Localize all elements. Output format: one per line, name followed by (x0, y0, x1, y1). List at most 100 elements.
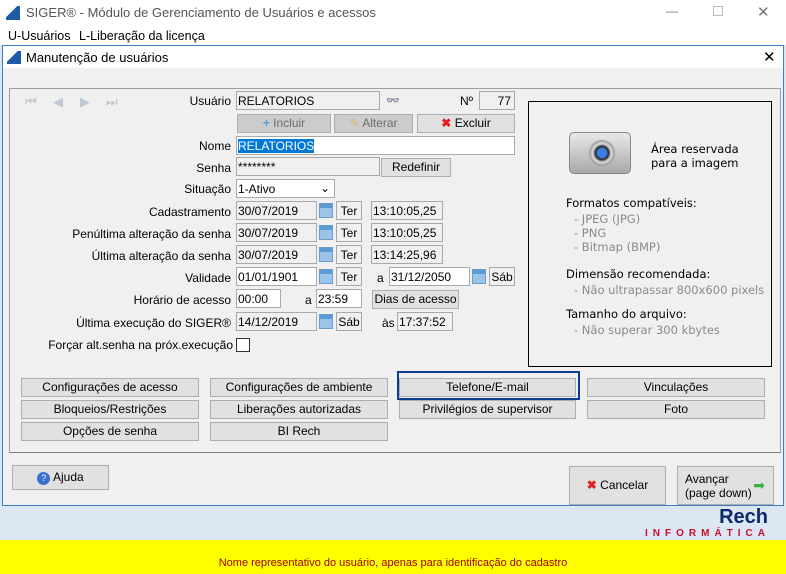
ultima-label: Última alteração da senha (91, 249, 231, 263)
validade-label: Validade (185, 271, 231, 285)
delete-x-icon: ✖ (441, 116, 455, 130)
ultima-execucao-label: Última execução do SIGER® (76, 316, 231, 330)
execucao-weekday: Sáb (336, 312, 362, 331)
nome-value: RELATORIOS (238, 139, 315, 153)
view-eye-icon[interactable]: 👓 (386, 94, 400, 107)
penultima-date-field: 30/07/2019 (236, 223, 317, 242)
dialog-close-button[interactable]: ✕ (763, 48, 776, 66)
plus-icon: + (262, 116, 274, 130)
execucao-time-field: 17:37:52 (397, 312, 453, 331)
nome-field[interactable]: RELATORIOS (236, 136, 515, 155)
formatos-heading: Formatos compatíveis: (566, 196, 697, 210)
foto-button[interactable]: Foto (587, 400, 765, 419)
formato-item: - JPEG (JPG) (574, 212, 641, 226)
validade-a-label: a (377, 271, 384, 285)
ajuda-button[interactable]: ? Ajuda (12, 465, 109, 490)
incluir-button[interactable]: + Incluir (237, 114, 331, 133)
dialog-title: Manutenção de usuários (26, 50, 169, 65)
rech-logo-subtext: INFORMÁTICA (645, 528, 770, 539)
horario-label: Horário de acesso (133, 293, 231, 307)
cancelar-label: Cancelar (600, 478, 649, 492)
minimize-button[interactable]: — (666, 4, 678, 18)
senha-label: Senha (196, 161, 231, 175)
app-title: SIGER® - Módulo de Gerenciamento de Usuá… (26, 5, 376, 20)
alterar-button[interactable]: ✎ Alterar (334, 114, 413, 133)
chevron-down-icon: ⌄ (319, 181, 330, 195)
avancar-button[interactable]: Avançar (page down) ➡ (677, 466, 774, 505)
excluir-button[interactable]: ✖ Excluir (417, 114, 515, 133)
calendar-icon[interactable] (319, 225, 333, 240)
cadastro-label: Cadastramento (148, 205, 231, 219)
rech-logo: Rech INFORMÁTICA (640, 507, 780, 540)
forcar-label: Forçar alt.senha na próx.execução (48, 338, 233, 352)
numero-label: Nº (460, 94, 474, 108)
tamanho-item: - Não superar 300 kbytes (574, 323, 720, 337)
dias-acesso-button[interactable]: Dias de acesso (372, 290, 459, 309)
execucao-date-field: 14/12/2019 (236, 312, 317, 331)
penultima-weekday: Ter (336, 223, 362, 242)
numero-field: 77 (479, 91, 515, 110)
penultima-time-field: 13:10:05,25 (371, 223, 443, 242)
dialog-icon (7, 51, 21, 64)
calendar-icon[interactable] (472, 269, 486, 284)
cancelar-button[interactable]: ✖ Cancelar (569, 466, 666, 505)
image-area[interactable]: Área reservada para a imagem Formatos co… (528, 101, 772, 367)
redefinir-button[interactable]: Redefinir (381, 158, 451, 177)
cadastro-date-field: 30/07/2019 (236, 201, 317, 220)
nome-label: Nome (198, 139, 231, 153)
horario-de-field[interactable]: 00:00 (236, 289, 281, 308)
edit-icon: ✎ (349, 116, 363, 130)
cancel-x-icon: ✖ (586, 478, 601, 492)
situacao-select[interactable]: 1-Ativo ⌄ (236, 179, 335, 198)
dialog-title-bar: Manutenção de usuários ✕ (3, 46, 783, 68)
cadastro-time-field: 13:10:05,25 (371, 201, 443, 220)
liberacoes-button[interactable]: Liberações autorizadas (210, 400, 388, 419)
tamanho-heading: Tamanho do arquivo: (566, 307, 687, 321)
calendar-icon[interactable] (319, 269, 333, 284)
penultima-label: Penúltima alteração da senha (72, 227, 231, 241)
validade-de-field[interactable]: 01/01/1901 (236, 267, 317, 286)
horario-ate-field[interactable]: 23:59 (316, 289, 362, 308)
telefone-email-button[interactable]: Telefone/E-mail (399, 378, 576, 397)
opcoes-senha-button[interactable]: Opções de senha (21, 422, 199, 441)
status-bar: Nome representativo do usuário, apenas p… (0, 540, 786, 574)
formato-item: - PNG (574, 226, 607, 240)
cadastro-weekday: Ter (336, 201, 362, 220)
configuracoes-acesso-button[interactable]: Configurações de acesso (21, 378, 199, 397)
situacao-value: 1-Ativo (238, 182, 276, 196)
close-app-button[interactable]: ✕ (757, 3, 770, 21)
validade-ate-field[interactable]: 31/12/2050 (389, 267, 470, 286)
ultima-time-field: 13:14:25,96 (371, 245, 443, 264)
image-area-title-2: para a imagem (651, 156, 739, 170)
rech-logo-text: Rech (719, 506, 768, 528)
menu-usuarios[interactable]: U-Usuários (8, 29, 71, 43)
bloqueios-button[interactable]: Bloqueios/Restrições (21, 400, 199, 419)
privilegios-button[interactable]: Privilégios de supervisor (399, 400, 576, 419)
usuario-field[interactable]: RELATORIOS (236, 91, 380, 110)
maximize-button[interactable] (713, 6, 723, 16)
validade-ate-weekday: Sáb (489, 267, 515, 286)
calendar-icon[interactable] (319, 247, 333, 262)
camera-icon (569, 132, 631, 174)
menu-bar: U-Usuários L-Liberação da licença (0, 26, 786, 45)
ajuda-label: Ajuda (52, 470, 84, 484)
calendar-icon[interactable] (319, 203, 333, 218)
app-title-bar: SIGER® - Módulo de Gerenciamento de Usuá… (0, 0, 786, 26)
forcar-checkbox[interactable] (236, 338, 250, 352)
as-label: às (382, 316, 395, 330)
dimensao-item: - Não ultrapassar 800x600 pixels (574, 283, 765, 297)
validade-de-weekday: Ter (336, 267, 362, 286)
calendar-icon[interactable] (319, 314, 333, 329)
vinculacoes-button[interactable]: Vinculações (587, 378, 765, 397)
situacao-label: Situação (184, 182, 231, 196)
menu-liberacao[interactable]: L-Liberação da licença (79, 29, 205, 43)
usuario-label: Usuário (189, 94, 231, 108)
configuracoes-ambiente-button[interactable]: Configurações de ambiente (210, 378, 388, 397)
dimensao-heading: Dimensão recomendada: (566, 267, 711, 281)
bi-rech-button[interactable]: BI Rech (210, 422, 388, 441)
image-area-title: Área reservada (651, 142, 739, 156)
horario-a-label: a (305, 293, 312, 307)
help-icon: ? (37, 472, 51, 485)
formato-item: - Bitmap (BMP) (574, 240, 661, 254)
senha-field: ******** (236, 157, 380, 176)
